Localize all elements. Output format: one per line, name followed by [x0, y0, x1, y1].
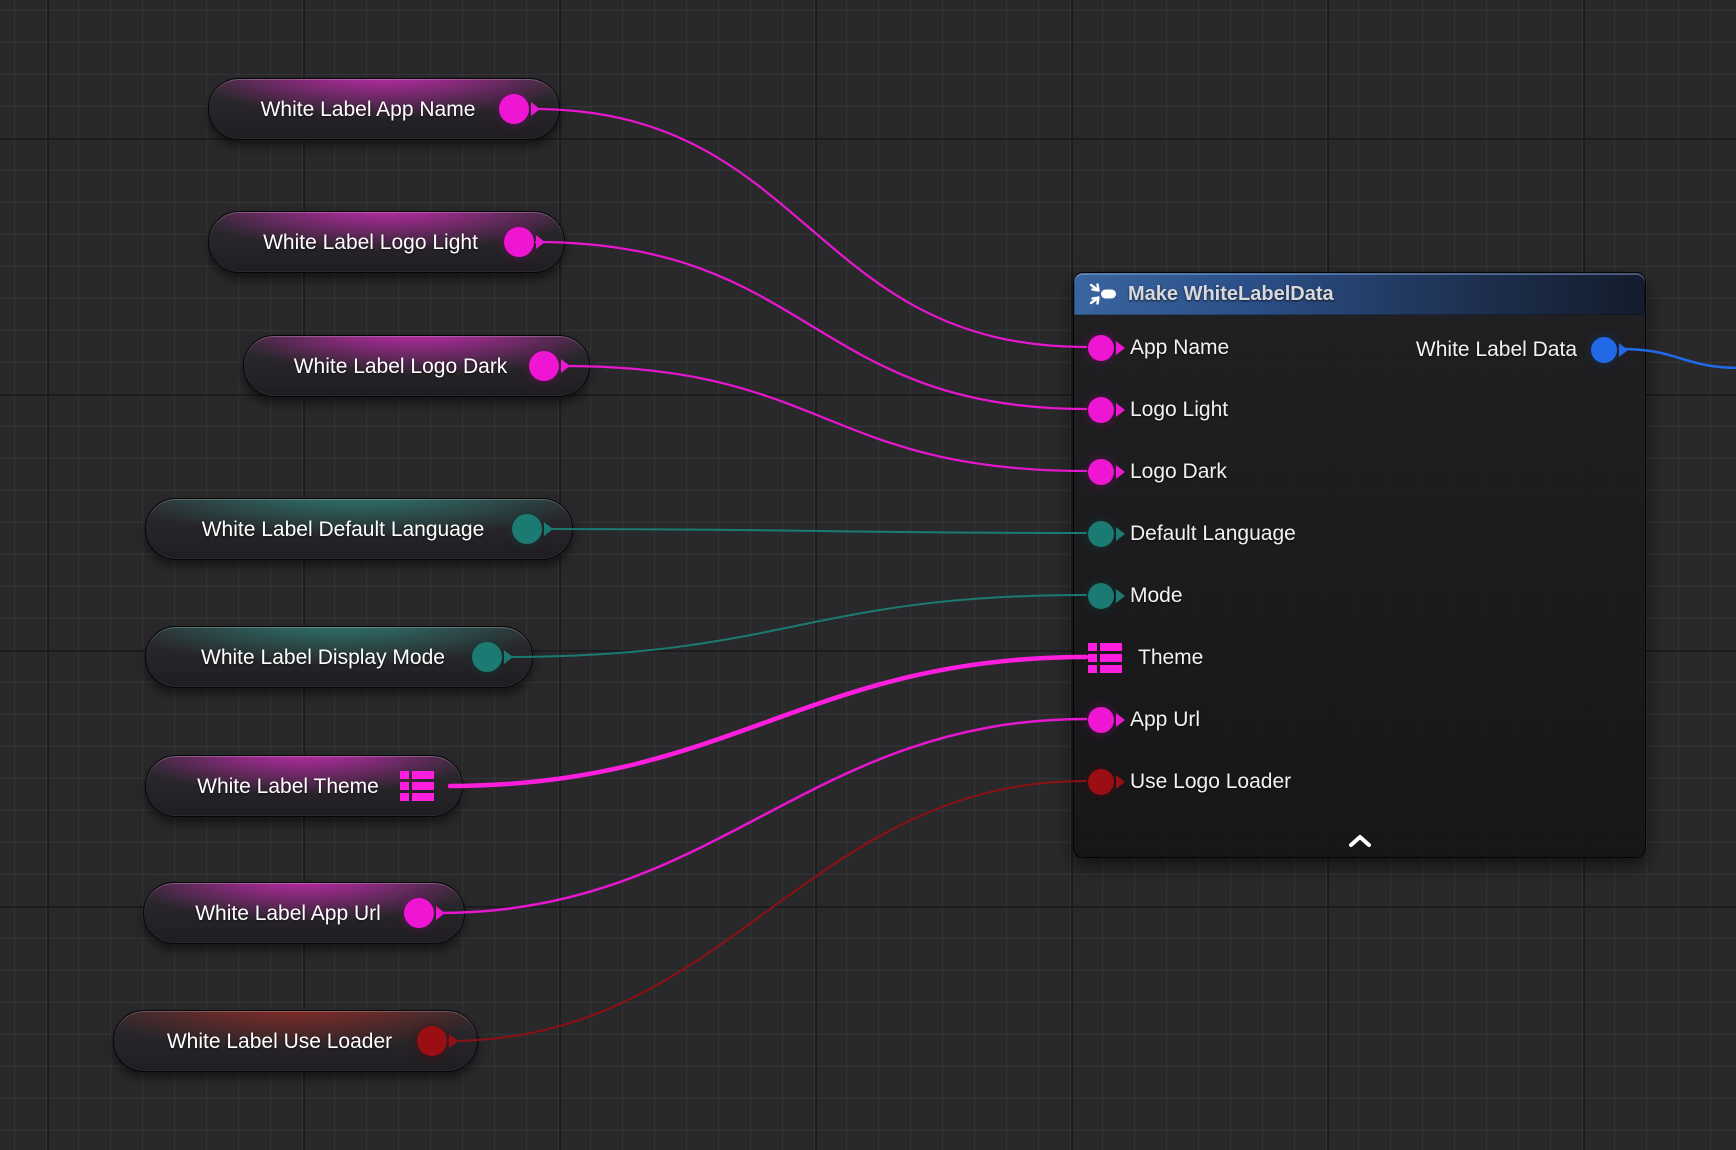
- input-pin-label: App Url: [1130, 708, 1200, 732]
- white-label-logo-light-label: White Label Logo Light: [263, 232, 478, 253]
- input-pin-label: App Name: [1130, 336, 1229, 360]
- make-whitelabeldata-node[interactable]: Make WhiteLabelData App Name Logo Light Lo…: [1073, 272, 1646, 858]
- white-label-display-mode-node[interactable]: White Label Display Mode: [145, 626, 533, 688]
- input-pin-use-logo-loader[interactable]: [1088, 769, 1114, 795]
- white-label-theme-output-pin[interactable]: [400, 771, 434, 801]
- make-input-row: Logo Light: [1088, 393, 1228, 427]
- output-pin-white-label-data[interactable]: [1591, 337, 1617, 363]
- white-label-default-language-node[interactable]: White Label Default Language: [145, 498, 573, 560]
- input-pin-mode[interactable]: [1088, 583, 1114, 609]
- input-pin-logo-light[interactable]: [1088, 397, 1114, 423]
- white-label-app-name-node[interactable]: White Label App Name: [208, 78, 560, 140]
- make-input-row: App Url: [1088, 703, 1200, 737]
- white-label-app-name-label: White Label App Name: [261, 99, 476, 120]
- make-input-row: Mode: [1088, 579, 1183, 613]
- white-label-theme-label: White Label Theme: [197, 776, 379, 797]
- make-output-row: White Label Data: [1416, 333, 1617, 367]
- make-input-row: Use Logo Loader: [1088, 765, 1291, 799]
- white-label-display-mode-output-pin[interactable]: [472, 642, 502, 672]
- blueprint-graph-canvas[interactable]: Make WhiteLabelData App Name Logo Light Lo…: [0, 0, 1736, 1150]
- white-label-logo-dark-output-pin[interactable]: [529, 351, 559, 381]
- make-input-row: Theme: [1088, 641, 1203, 675]
- make-input-row: Logo Dark: [1088, 455, 1227, 489]
- white-label-app-url-output-pin[interactable]: [404, 898, 434, 928]
- input-pin-app-name[interactable]: [1088, 335, 1114, 361]
- make-input-row: Default Language: [1088, 517, 1296, 551]
- input-pin-theme[interactable]: [1088, 643, 1122, 673]
- white-label-logo-dark-label: White Label Logo Dark: [294, 356, 508, 377]
- collapse-chevron-button[interactable]: [1337, 832, 1383, 853]
- nodes-layer: Make WhiteLabelData App Name Logo Light Lo…: [0, 0, 1736, 1150]
- input-pin-label: Logo Dark: [1130, 460, 1227, 484]
- make-node-title: Make WhiteLabelData: [1128, 283, 1334, 306]
- white-label-default-language-label: White Label Default Language: [202, 519, 485, 540]
- input-pin-default-language[interactable]: [1088, 521, 1114, 547]
- white-label-logo-light-output-pin[interactable]: [504, 227, 534, 257]
- input-pin-label: Logo Light: [1130, 398, 1228, 422]
- white-label-use-loader-label: White Label Use Loader: [167, 1031, 392, 1052]
- white-label-theme-node[interactable]: White Label Theme: [145, 755, 463, 817]
- white-label-use-loader-output-pin[interactable]: [417, 1026, 447, 1056]
- input-pin-label: Use Logo Loader: [1130, 770, 1291, 794]
- input-pin-app-url[interactable]: [1088, 707, 1114, 733]
- input-pin-logo-dark[interactable]: [1088, 459, 1114, 485]
- make-input-row: App Name: [1088, 331, 1229, 365]
- white-label-app-url-label: White Label App Url: [195, 903, 381, 924]
- white-label-logo-light-node[interactable]: White Label Logo Light: [208, 211, 565, 273]
- input-pin-label: Default Language: [1130, 522, 1296, 546]
- make-node-header[interactable]: Make WhiteLabelData: [1074, 273, 1645, 315]
- input-pin-label: Theme: [1138, 646, 1203, 670]
- make-struct-icon: [1088, 282, 1118, 306]
- chevron-up-icon: [1347, 834, 1373, 848]
- white-label-use-loader-node[interactable]: White Label Use Loader: [113, 1010, 478, 1072]
- white-label-default-language-output-pin[interactable]: [512, 514, 542, 544]
- white-label-app-url-node[interactable]: White Label App Url: [143, 882, 465, 944]
- output-pin-label: White Label Data: [1416, 338, 1577, 362]
- white-label-app-name-output-pin[interactable]: [499, 94, 529, 124]
- input-pin-label: Mode: [1130, 584, 1183, 608]
- white-label-logo-dark-node[interactable]: White Label Logo Dark: [243, 335, 590, 397]
- white-label-display-mode-label: White Label Display Mode: [201, 647, 445, 668]
